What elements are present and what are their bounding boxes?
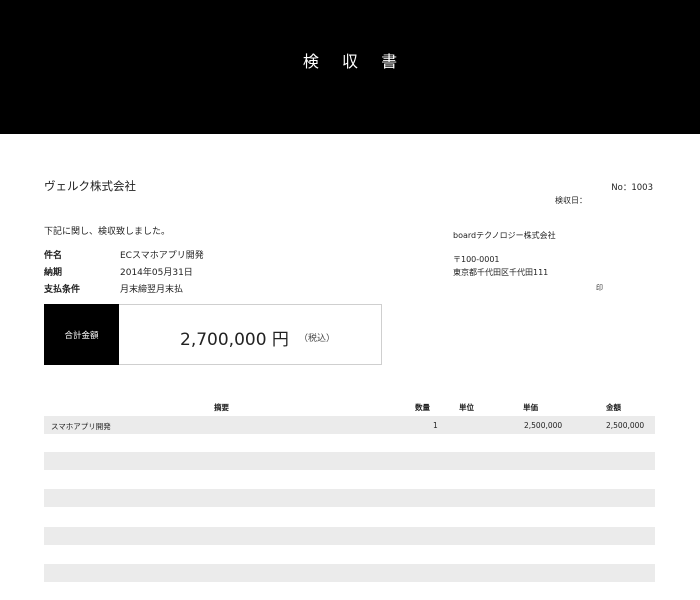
column-header-unit-price: 単価	[523, 403, 538, 412]
issuer-address: 東京都千代田区千代田111	[453, 268, 549, 277]
issuer-company: boardテクノロジー株式会社	[453, 231, 556, 240]
column-header-amount: 金額	[606, 403, 621, 412]
info-label: 件名	[44, 251, 63, 261]
total-label: 合計金額	[44, 304, 119, 365]
intro-text: 下記に関し、検収致しました。	[44, 227, 171, 237]
column-header-quantity: 数量	[415, 403, 430, 412]
info-label: 支払条件	[44, 285, 81, 295]
total-amount: 2,700,000 円	[180, 330, 289, 350]
tax-note: （税込）	[299, 334, 336, 344]
table-header: 摘要 数量 単位 単価 金額	[44, 402, 655, 415]
info-row-subject: 件名 ECスマホアプリ開発	[44, 248, 404, 262]
cell-description: スマホアプリ開発	[51, 422, 111, 431]
document-number: No：1003	[611, 183, 653, 193]
table-row	[44, 434, 655, 452]
table-row	[44, 527, 655, 545]
table-row	[44, 471, 655, 489]
column-header-description: 摘要	[214, 403, 229, 412]
table-row: スマホアプリ開発 1 2,500,000 2,500,000	[44, 416, 655, 434]
cell-unit-price: 2,500,000	[524, 421, 563, 430]
info-row-delivery: 納期 2014年05月31日	[44, 265, 404, 279]
issuer-postal-code: 〒100-0001	[453, 255, 500, 264]
total-amount-box: 合計金額 2,700,000 円 （税込）	[44, 304, 382, 365]
client-name: ヴェルク株式会社	[44, 179, 136, 193]
inspection-date-label: 検収日：	[555, 196, 587, 205]
cell-amount: 2,500,000	[606, 421, 645, 430]
document-title: 検 収 書	[302, 52, 407, 71]
cell-quantity: 1	[433, 421, 438, 430]
column-header-unit: 単位	[459, 403, 474, 412]
table-row	[44, 508, 655, 526]
table-row	[44, 545, 655, 563]
table-row	[44, 489, 655, 507]
info-value: 2014年05月31日	[120, 268, 193, 278]
table-row	[44, 452, 655, 470]
seal-mark: 印	[596, 284, 603, 292]
info-value: ECスマホアプリ開発	[120, 251, 204, 261]
info-label: 納期	[44, 268, 63, 278]
header-band: 検 収 書	[0, 0, 700, 134]
info-value: 月末締翌月末払	[120, 285, 184, 295]
info-row-payment-terms: 支払条件 月末締翌月末払	[44, 282, 404, 296]
table-row	[44, 564, 655, 582]
